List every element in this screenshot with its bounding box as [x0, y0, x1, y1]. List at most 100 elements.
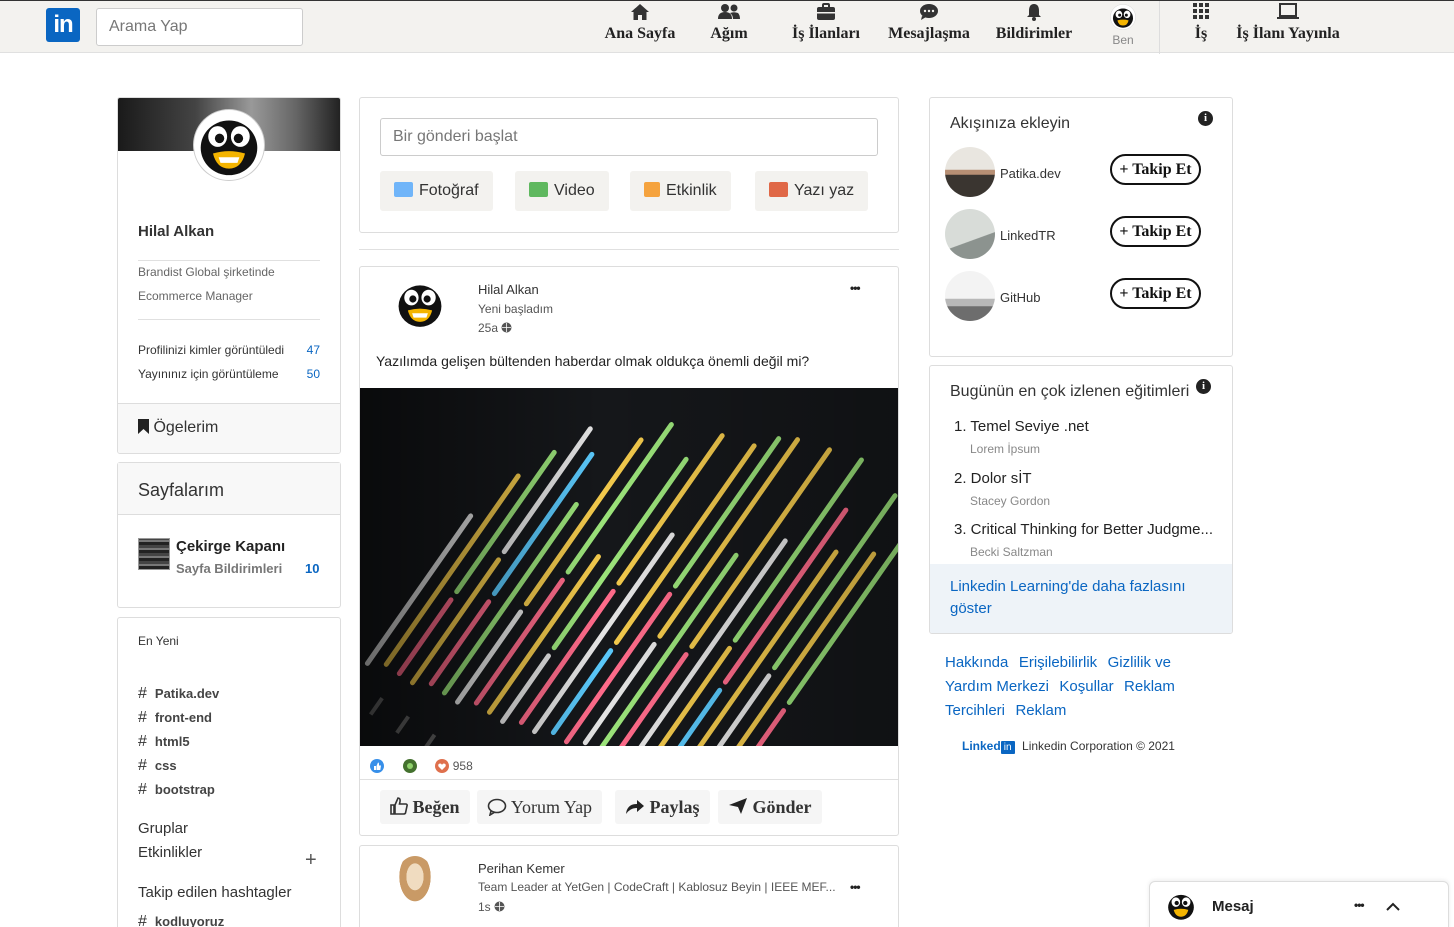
messaging-more-button[interactable]: •••: [1354, 898, 1365, 912]
suggestion-name[interactable]: LinkedTR: [1000, 228, 1056, 243]
profile-name[interactable]: Hilal Alkan: [138, 223, 214, 240]
suggestion-name[interactable]: Patika.dev: [1000, 166, 1061, 181]
profile-avatar[interactable]: [194, 110, 264, 180]
hashtag-item[interactable]: # bootstrap: [138, 781, 215, 799]
course-author: Stacey Gordon: [970, 494, 1051, 508]
nav-messaging[interactable]: Mesajlaşma: [885, 3, 973, 51]
post-composer: Bir gönderi başlat Fotoğraf Video Etkinl…: [359, 97, 899, 233]
follow-button[interactable]: + Takip Et: [1110, 278, 1201, 309]
copyright-text: Linkedin Corporation © 2021: [1022, 739, 1175, 753]
search-input[interactable]: [96, 8, 303, 46]
suggestion-name[interactable]: GitHub: [1000, 290, 1040, 305]
followed-hashtags-title[interactable]: Takip edilen hashtagler: [138, 884, 291, 901]
photo-button[interactable]: Fotoğraf: [380, 171, 493, 211]
reactions-summary[interactable]: 958: [370, 759, 473, 773]
hash-symbol: #: [138, 709, 147, 726]
messaging-bar[interactable]: Mesaj •••: [1149, 881, 1449, 927]
penguin-avatar-icon: [196, 112, 262, 178]
post-more-button[interactable]: •••: [850, 880, 861, 894]
footer-link-ads[interactable]: Reklam: [1015, 702, 1066, 719]
nav-post-job[interactable]: İş İlanı Yayınla: [1232, 3, 1344, 51]
events-link[interactable]: Etkinlikler: [138, 844, 202, 861]
post-author-name[interactable]: Hilal Alkan: [478, 282, 539, 297]
post-author-avatar[interactable]: [395, 279, 445, 329]
post-author-avatar[interactable]: [395, 856, 435, 908]
learning-more-link[interactable]: Linkedin Learning'de daha fazlasını göst…: [950, 576, 1210, 620]
course-title[interactable]: 2. Dolor sİT: [954, 470, 1032, 487]
post-image[interactable]: [360, 388, 898, 746]
post-views-stat[interactable]: Yayınınız için görüntüleme 50: [138, 367, 320, 381]
post-more-button[interactable]: •••: [850, 281, 861, 295]
comment-button[interactable]: Yorum Yap: [477, 790, 603, 824]
page-name[interactable]: Çekirge Kapanı: [176, 538, 285, 555]
like-button[interactable]: Beğen: [380, 790, 470, 824]
hashtag-item[interactable]: # Patika.dev: [138, 685, 219, 703]
penguin-avatar-icon: [1106, 3, 1140, 31]
stat-value: 47: [306, 343, 320, 357]
love-reaction-icon: [435, 759, 450, 773]
hashtag-item[interactable]: # front-end: [138, 709, 212, 727]
suggestion-avatar[interactable]: [945, 147, 995, 197]
nav-jobs-label: İş İlanları: [791, 25, 860, 42]
share-button[interactable]: Paylaş: [615, 790, 710, 824]
footer-link-terms[interactable]: Koşullar: [1059, 678, 1113, 695]
recent-card: En Yeni # Patika.dev # front-end # html5 # c…: [117, 617, 341, 927]
celebrate-reaction-icon: [402, 759, 417, 773]
feed-suggestions-card: Akışınıza ekleyin i Patika.dev + Takip E…: [929, 97, 1233, 357]
nav-notifications[interactable]: Bildirimler: [992, 3, 1076, 51]
video-button[interactable]: Video: [515, 171, 609, 211]
hashtag-item[interactable]: # html5: [138, 733, 190, 751]
post-author-name[interactable]: Perihan Kemer: [478, 861, 565, 876]
send-button[interactable]: Gönder: [718, 790, 822, 824]
start-post-input[interactable]: Bir gönderi başlat: [380, 118, 878, 156]
hash-symbol: #: [138, 685, 147, 702]
follow-button[interactable]: + Takip Et: [1110, 216, 1201, 247]
recent-title: En Yeni: [138, 634, 179, 648]
page-thumbnail[interactable]: [138, 538, 170, 570]
footer-link-about[interactable]: Hakkında: [945, 654, 1008, 671]
nav-jobs[interactable]: İş İlanları: [788, 3, 864, 51]
nav-notifications-label: Bildirimler: [995, 25, 1073, 42]
bell-icon: [992, 3, 1076, 25]
profile-views-stat[interactable]: Profilinizi kimler görüntüledi 47: [138, 343, 320, 357]
footer-link-accessibility[interactable]: Erişilebilirlik: [1019, 654, 1097, 671]
profile-title: Brandist Global şirketinde Ecommerce Man…: [138, 260, 318, 308]
groups-link[interactable]: Gruplar: [138, 820, 188, 837]
laptop-icon: [1232, 3, 1344, 25]
add-event-button[interactable]: +: [305, 849, 317, 872]
footer-link-help[interactable]: Yardım Merkezi: [945, 678, 1049, 695]
hashtag-item[interactable]: # css: [138, 757, 177, 775]
penguin-avatar-icon: [395, 279, 445, 329]
info-icon[interactable]: i: [1196, 379, 1211, 394]
hashtag-label: css: [154, 758, 177, 773]
stat-label: Yayınınız için görüntüleme: [138, 367, 279, 381]
suggestion-avatar[interactable]: [945, 271, 995, 321]
hashtag-item[interactable]: # kodluyoruz: [138, 913, 224, 927]
top-courses-card: Bugünün en çok izlenen eğitimleri i 1. T…: [929, 365, 1233, 634]
feed-post: Perihan Kemer Team Leader at YetGen | Co…: [359, 845, 899, 927]
nav-me[interactable]: Ben: [1106, 3, 1140, 51]
hash-symbol: #: [138, 757, 147, 774]
info-icon[interactable]: i: [1198, 111, 1213, 126]
pages-card: Sayfalarım Çekirge Kapanı Sayfa Bildirim…: [117, 462, 341, 608]
profile-title-line2: Ecommerce Manager: [138, 289, 253, 303]
bookmark-icon: [138, 419, 149, 434]
event-button[interactable]: Etkinlik: [630, 171, 731, 211]
my-items[interactable]: Ögelerim: [138, 419, 218, 437]
page-notifications-label[interactable]: Sayfa Bildirimleri: [176, 561, 282, 576]
course-title[interactable]: 3. Critical Thinking for Better Judgme..…: [954, 521, 1213, 538]
footer-brand-logo: in: [1000, 741, 1015, 754]
hashtag-label: bootstrap: [154, 782, 215, 797]
write-article-button[interactable]: Yazı yaz: [755, 171, 869, 211]
nav-network[interactable]: Ağım: [708, 3, 750, 51]
suggestion-avatar[interactable]: [945, 209, 995, 259]
network-icon: [708, 3, 750, 25]
nav-home[interactable]: Ana Sayfa: [602, 3, 678, 51]
follow-button[interactable]: + Takip Et: [1110, 154, 1201, 185]
messaging-expand-button[interactable]: [1386, 898, 1406, 918]
footer-link-privacy[interactable]: Gizlilik ve: [1108, 654, 1171, 671]
nav-work[interactable]: İş: [1190, 3, 1212, 51]
linkedin-logo[interactable]: in: [46, 8, 80, 42]
my-items-row[interactable]: Ögelerim: [118, 403, 340, 453]
course-title[interactable]: 1. Temel Seviye .net: [954, 418, 1089, 435]
